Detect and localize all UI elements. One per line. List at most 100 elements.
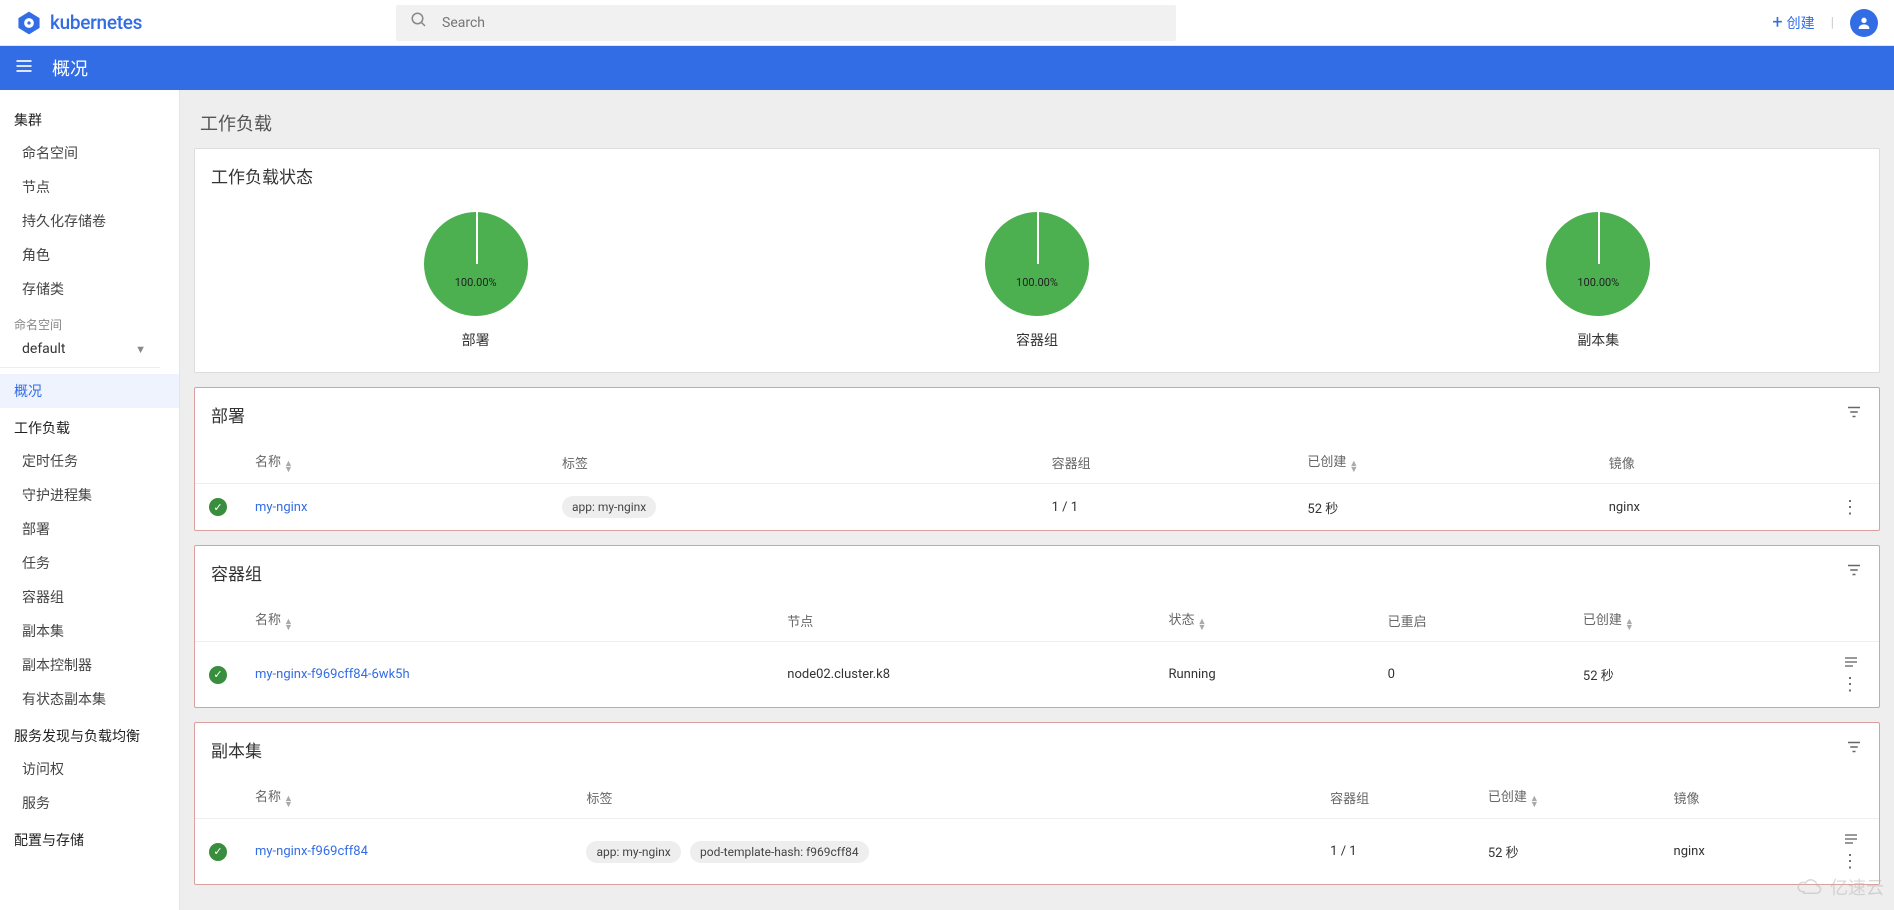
sidebar-item-pv[interactable]: 持久化存储卷 <box>0 204 179 238</box>
sidebar-item-storageclass[interactable]: 存储类 <box>0 272 179 306</box>
card-title: 部署 <box>211 402 245 427</box>
cell-pods: 1 / 1 <box>1038 484 1294 531</box>
top-bar: kubernetes + 创建 | <box>0 0 1894 46</box>
sidebar-item-cronjobs[interactable]: 定时任务 <box>0 444 179 478</box>
blue-bar: 概况 <box>0 46 1894 90</box>
sidebar-item-statefulsets[interactable]: 有状态副本集 <box>0 682 179 716</box>
create-button[interactable]: + 创建 <box>1772 12 1814 33</box>
replicaset-link[interactable]: my-nginx-f969cff84 <box>255 844 368 859</box>
col-images: 镜像 <box>1595 441 1821 484</box>
table-row: ✓ my-nginx app: my-nginx 1 / 1 52 秒 ngin… <box>195 484 1879 531</box>
sidebar-item-overview[interactable]: 概况 <box>0 374 179 408</box>
status-chart-deployments: 100.00% 部署 <box>424 212 528 350</box>
sidebar-section-cluster[interactable]: 集群 <box>0 100 179 136</box>
col-pods: 容器组 <box>1316 776 1474 819</box>
cell-created: 52 秒 <box>1293 484 1594 531</box>
row-menu-button[interactable]: ⋮ <box>1835 497 1865 518</box>
sort-icon: ▲▼ <box>284 461 293 473</box>
logs-icon <box>1843 654 1859 670</box>
status-ok-icon: ✓ <box>209 498 227 516</box>
col-created[interactable]: 已创建▲▼ <box>1474 776 1660 819</box>
col-pods: 容器组 <box>1038 441 1294 484</box>
sidebar-item-nodes[interactable]: 节点 <box>0 170 179 204</box>
col-status[interactable]: 状态▲▼ <box>1154 599 1373 642</box>
search-box[interactable] <box>396 5 1176 41</box>
replicasets-card: 副本集 名称▲▼ 标签 容器组 已创建▲▼ 镜像 ✓ my-nginx-f9 <box>194 722 1880 885</box>
namespace-select[interactable]: default ▼ <box>0 337 160 368</box>
filter-icon <box>1845 403 1863 421</box>
sidebar-item-roles[interactable]: 角色 <box>0 238 179 272</box>
logo[interactable]: kubernetes <box>16 10 396 36</box>
col-labels: 标签 <box>548 441 1038 484</box>
filter-button[interactable] <box>1845 738 1863 761</box>
col-name[interactable]: 名称▲▼ <box>241 776 572 819</box>
sidebar-item-jobs[interactable]: 任务 <box>0 546 179 580</box>
chevron-down-icon: ▼ <box>135 343 146 356</box>
sidebar-section-workloads[interactable]: 工作负载 <box>0 408 179 444</box>
cell-created: 52 秒 <box>1474 819 1660 885</box>
col-created[interactable]: 已创建▲▼ <box>1569 599 1799 642</box>
col-images: 镜像 <box>1660 776 1799 819</box>
table-row: ✓ my-nginx-f969cff84 app: my-nginx pod-t… <box>195 819 1879 885</box>
cell-restarts: 0 <box>1374 642 1569 708</box>
create-label: 创建 <box>1787 13 1815 33</box>
logs-icon <box>1843 831 1859 847</box>
filter-button[interactable] <box>1845 403 1863 426</box>
cell-images: nginx <box>1660 819 1799 885</box>
kubernetes-logo-icon <box>16 10 42 36</box>
sidebar-item-rc[interactable]: 副本控制器 <box>0 648 179 682</box>
sort-icon: ▲▼ <box>1625 619 1634 631</box>
pie-chart-icon: 100.00% <box>424 212 528 316</box>
plus-icon: + <box>1772 12 1782 33</box>
sidebar-item-daemonsets[interactable]: 守护进程集 <box>0 478 179 512</box>
card-title: 工作负载状态 <box>195 149 1879 202</box>
cell-created: 52 秒 <box>1569 642 1799 708</box>
sidebar-namespace-label: 命名空间 <box>0 306 179 337</box>
sort-icon: ▲▼ <box>284 619 293 631</box>
status-ok-icon: ✓ <box>209 843 227 861</box>
table-header-row: 名称▲▼ 标签 容器组 已创建▲▼ 镜像 <box>195 441 1879 484</box>
logs-button[interactable] <box>1837 656 1865 674</box>
sidebar-section-config[interactable]: 配置与存储 <box>0 820 179 856</box>
label-chip: pod-template-hash: f969cff84 <box>690 841 869 863</box>
table-header-row: 名称▲▼ 节点 状态▲▼ 已重启 已创建▲▼ <box>195 599 1879 642</box>
sidebar-item-replicasets[interactable]: 副本集 <box>0 614 179 648</box>
account-button[interactable] <box>1850 9 1878 37</box>
pod-link[interactable]: my-nginx-f969cff84-6wk5h <box>255 667 410 682</box>
cell-node: node02.cluster.k8 <box>773 642 1154 708</box>
sidebar-item-namespaces[interactable]: 命名空间 <box>0 136 179 170</box>
col-node: 节点 <box>773 599 1154 642</box>
sort-icon: ▲▼ <box>1349 461 1358 473</box>
filter-icon <box>1845 561 1863 579</box>
sort-icon: ▲▼ <box>1197 619 1206 631</box>
sidebar-item-pods[interactable]: 容器组 <box>0 580 179 614</box>
logs-button[interactable] <box>1837 833 1865 851</box>
search-icon <box>410 11 428 34</box>
label-chip: app: my-nginx <box>562 496 656 518</box>
sidebar-item-services[interactable]: 服务 <box>0 786 179 820</box>
pods-table: 名称▲▼ 节点 状态▲▼ 已重启 已创建▲▼ ✓ my-nginx-f969cf… <box>195 599 1879 707</box>
col-name[interactable]: 名称▲▼ <box>241 441 548 484</box>
card-title: 容器组 <box>211 560 262 585</box>
deployment-link[interactable]: my-nginx <box>255 500 307 515</box>
deployments-card: 部署 名称▲▼ 标签 容器组 已创建▲▼ 镜像 ✓ my-nginx <box>194 387 1880 531</box>
sidebar-item-deployments[interactable]: 部署 <box>0 512 179 546</box>
sidebar-section-discovery[interactable]: 服务发现与负载均衡 <box>0 716 179 752</box>
replicasets-table: 名称▲▼ 标签 容器组 已创建▲▼ 镜像 ✓ my-nginx-f969cff8… <box>195 776 1879 884</box>
cell-images: nginx <box>1595 484 1821 531</box>
sidebar-item-ingresses[interactable]: 访问权 <box>0 752 179 786</box>
table-header-row: 名称▲▼ 标签 容器组 已创建▲▼ 镜像 <box>195 776 1879 819</box>
filter-button[interactable] <box>1845 561 1863 584</box>
row-menu-button[interactable]: ⋮ <box>1835 851 1865 872</box>
cell-pods: 1 / 1 <box>1316 819 1474 885</box>
col-created[interactable]: 已创建▲▼ <box>1293 441 1594 484</box>
col-restarts: 已重启 <box>1374 599 1569 642</box>
row-menu-button[interactable]: ⋮ <box>1835 674 1865 695</box>
sort-icon: ▲▼ <box>1530 796 1539 808</box>
col-name[interactable]: 名称▲▼ <box>241 599 773 642</box>
search-input[interactable] <box>442 15 1162 31</box>
page-title: 概况 <box>52 55 88 81</box>
menu-button[interactable] <box>14 56 34 80</box>
pie-chart-icon: 100.00% <box>1546 212 1650 316</box>
status-chart-replicasets: 100.00% 副本集 <box>1546 212 1650 350</box>
